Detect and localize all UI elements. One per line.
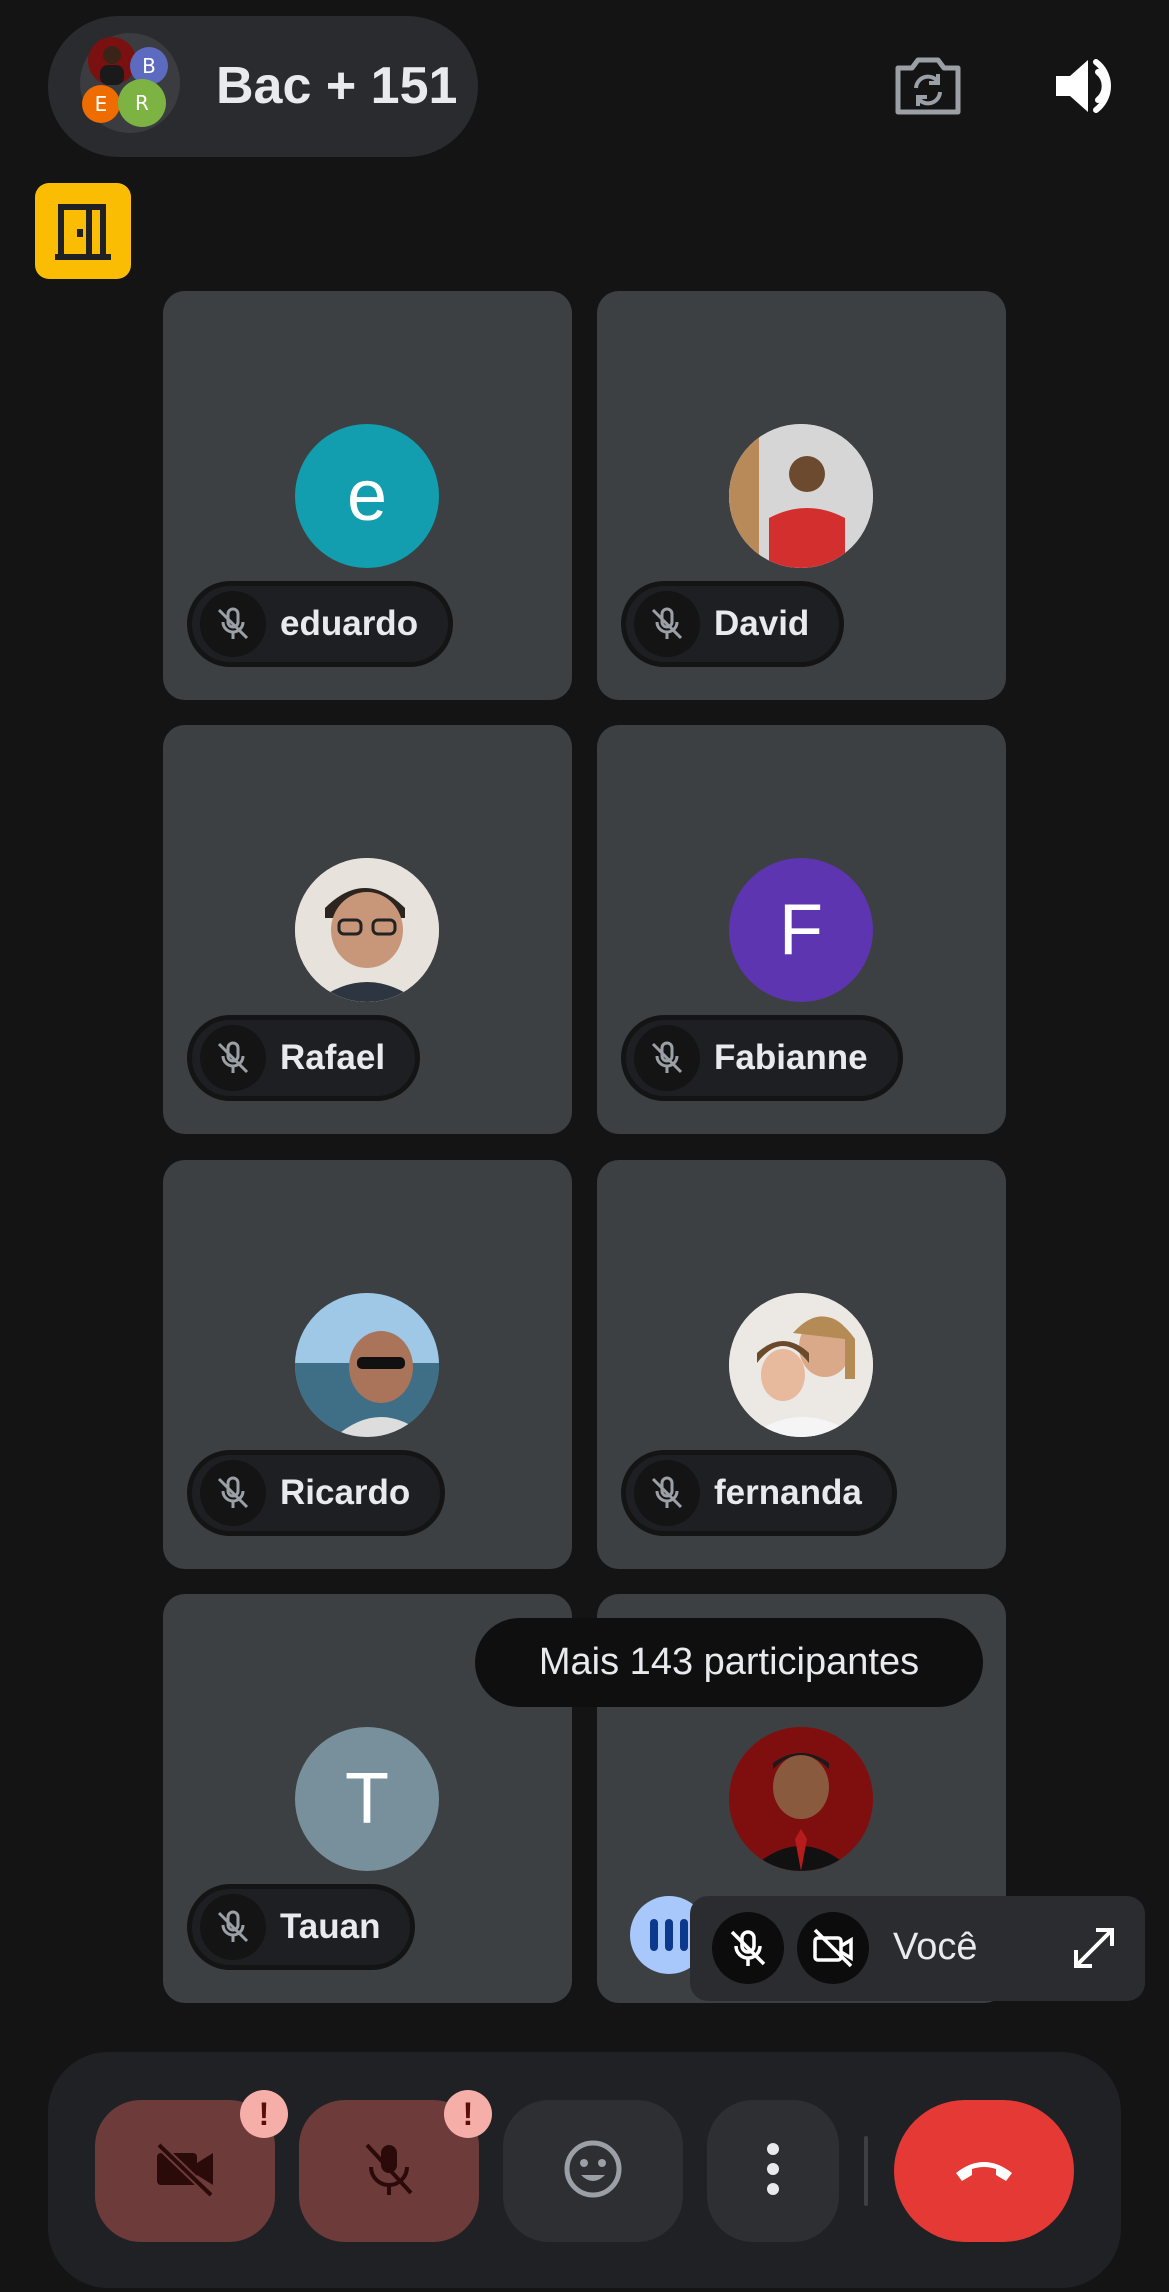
avatar-e: E: [82, 85, 120, 123]
participant-name-pill: eduardo: [187, 581, 454, 667]
participant-name: eduardo: [280, 604, 419, 643]
participants-avatar-cluster[interactable]: B E R: [80, 33, 180, 133]
camera-off-icon: [153, 2141, 217, 2202]
participant-name: Ricardo: [280, 1473, 411, 1512]
participant-tile[interactable]: F Fabianne: [597, 725, 1006, 1134]
end-call-button[interactable]: [894, 2100, 1074, 2242]
mic-off-icon: [634, 1025, 700, 1091]
self-camera-off-icon[interactable]: [797, 1912, 869, 1984]
mic-warning-icon: !: [444, 2090, 492, 2138]
participant-avatar: [295, 1293, 439, 1437]
self-mic-off-icon[interactable]: [712, 1912, 784, 1984]
mic-off-icon: [200, 1460, 266, 1526]
participant-name-pill: Tauan: [187, 1884, 416, 1970]
participant-name: Fabianne: [714, 1038, 868, 1077]
switch-camera-icon[interactable]: [888, 54, 968, 118]
mic-off-icon: [361, 2139, 417, 2204]
call-title[interactable]: Bac + 151: [216, 56, 457, 116]
participant-name: David: [714, 604, 810, 643]
participant-avatar: [729, 424, 873, 568]
participant-name: Rafael: [280, 1038, 386, 1077]
participant-tile[interactable]: Rafael: [163, 725, 572, 1134]
participant-name-pill: fernanda: [621, 1450, 897, 1536]
mic-off-icon: [200, 1894, 266, 1960]
participant-name: Tauan: [280, 1907, 381, 1946]
hang-up-icon: [952, 2153, 1016, 2190]
controls-divider: [864, 2136, 868, 2206]
participant-name-pill: Rafael: [187, 1015, 421, 1101]
camera-warning-icon: !: [240, 2090, 288, 2138]
participant-name-pill: Ricardo: [187, 1450, 446, 1536]
mic-off-icon: [200, 591, 266, 657]
mic-off-icon: [634, 591, 700, 657]
participant-tile[interactable]: David: [597, 291, 1006, 700]
reactions-button[interactable]: [503, 2100, 683, 2242]
participant-avatar: e: [295, 424, 439, 568]
emoji-icon: [561, 2137, 625, 2206]
breakout-room-icon[interactable]: [35, 183, 131, 279]
participant-avatar: [729, 1727, 873, 1871]
more-participants-label[interactable]: Mais 143 participantes: [475, 1618, 983, 1707]
speaker-icon[interactable]: [1048, 54, 1128, 118]
participant-name-pill: David: [621, 581, 845, 667]
mic-off-icon: [200, 1025, 266, 1091]
participant-avatar: [729, 1293, 873, 1437]
participant-avatar: T: [295, 1727, 439, 1871]
avatar-photo: [88, 37, 136, 85]
participant-tile[interactable]: fernanda: [597, 1160, 1006, 1569]
more-options-button[interactable]: [707, 2100, 839, 2242]
participant-avatar: F: [729, 858, 873, 1002]
participant-name: fernanda: [714, 1473, 862, 1512]
participant-tile[interactable]: e eduardo: [163, 291, 572, 700]
participant-tile[interactable]: Ricardo: [163, 1160, 572, 1569]
more-vert-icon: [763, 2141, 783, 2202]
participant-avatar: [295, 858, 439, 1002]
avatar-r: R: [118, 79, 166, 127]
expand-icon[interactable]: [1068, 1922, 1120, 1974]
mic-off-icon: [634, 1460, 700, 1526]
participant-name-pill: Fabianne: [621, 1015, 903, 1101]
self-view-label: Você: [893, 1926, 978, 1968]
